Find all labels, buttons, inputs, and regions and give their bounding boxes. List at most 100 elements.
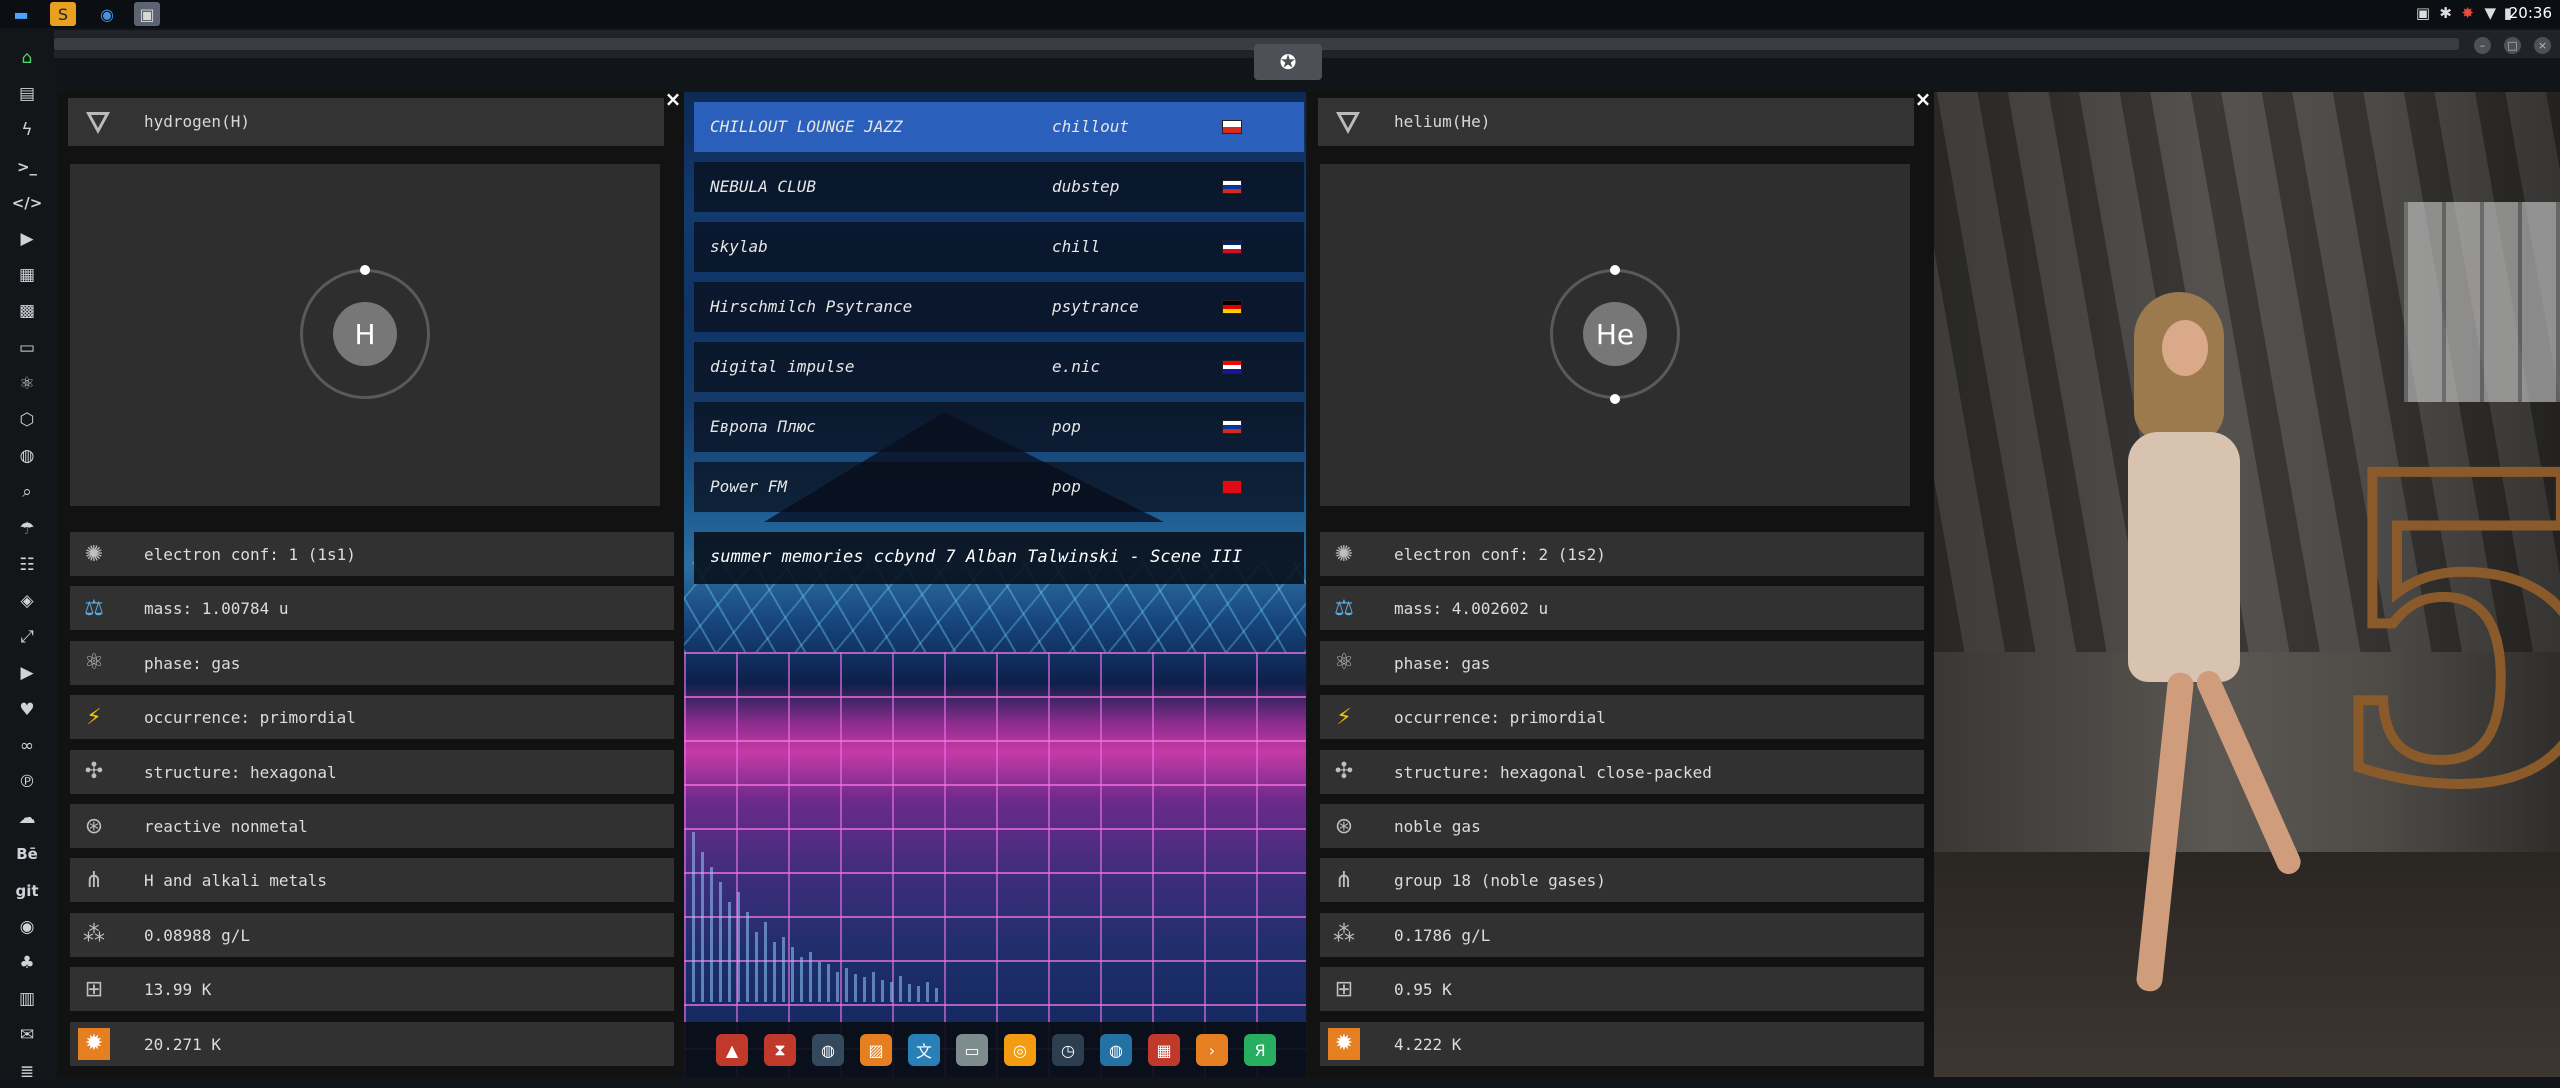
property-row: ⚖ mass: 4.002602 u xyxy=(1320,586,1924,631)
property-text: 0.1786 g/L xyxy=(1394,925,1491,945)
atom-icon[interactable]: ⚛ xyxy=(0,368,54,400)
wifi-icon[interactable]: ▼ xyxy=(2484,4,2496,22)
umbrella-icon[interactable]: ☂ xyxy=(0,513,54,545)
heart-icon[interactable]: ♥ xyxy=(0,694,54,726)
bolt-icon[interactable]: ϟ xyxy=(0,114,54,146)
translate-icon[interactable]: 文 xyxy=(908,1034,940,1066)
youtube-icon[interactable]: ▶ xyxy=(0,657,54,689)
github-icon[interactable]: ◉ xyxy=(0,911,54,943)
search-icon[interactable]: ⌕ xyxy=(0,476,54,508)
property-row: ⋔ H and alkali metals xyxy=(70,858,674,903)
contact-icon[interactable]: ☷ xyxy=(0,549,54,581)
property-text: 20.271 K xyxy=(144,1034,222,1054)
expand-icon[interactable]: ⤢ xyxy=(0,621,54,653)
cloud-icon[interactable]: ☁ xyxy=(0,802,54,834)
now-playing-bar[interactable]: summer memories ccbynd 7 Alban Talwinski… xyxy=(694,532,1304,584)
station-row[interactable]: NEBULA CLUB dubstep xyxy=(694,162,1304,212)
chromium-icon[interactable]: ◉ xyxy=(94,2,120,26)
globe-icon[interactable]: ◍ xyxy=(1100,1034,1132,1066)
station-row[interactable]: Hirschmilch Psytrance psytrance xyxy=(694,282,1304,332)
tag-icon[interactable]: ◈ xyxy=(0,585,54,617)
clock-icon[interactable]: ◷ xyxy=(1052,1034,1084,1066)
alert-icon[interactable]: ✸ xyxy=(2461,4,2474,22)
visualizer-bar xyxy=(890,982,893,1002)
map-icon[interactable]: ▥ xyxy=(0,983,54,1015)
property-row: ⁂ 0.08988 g/L xyxy=(70,912,674,957)
retro-grid xyxy=(684,652,1306,1077)
arrow-icon[interactable]: › xyxy=(1196,1034,1228,1066)
image-icon[interactable]: ▣ xyxy=(2416,4,2430,22)
close-panel-button[interactable]: × xyxy=(1912,88,1934,110)
photos-icon[interactable]: ▨ xyxy=(860,1034,892,1066)
property-text: group 18 (noble gases) xyxy=(1394,871,1606,891)
close-window-button[interactable]: × xyxy=(2534,37,2551,54)
yandex-icon[interactable]: Я xyxy=(1244,1034,1276,1066)
scale-icon: ⚖ xyxy=(1334,595,1354,621)
category-icon: ⊛ xyxy=(1334,813,1354,839)
clock[interactable]: 20:36 xyxy=(2509,4,2552,22)
hex-icon[interactable]: ⬡ xyxy=(0,404,54,436)
code-icon[interactable]: </> xyxy=(0,187,54,219)
station-row[interactable]: Power FM pop xyxy=(694,462,1304,512)
station-row[interactable]: Европа Плюс pop xyxy=(694,402,1304,452)
visualizer-bar xyxy=(917,986,920,1002)
sublime-icon[interactable]: S xyxy=(50,2,76,26)
terminal-app-icon[interactable]: ▣ xyxy=(134,2,160,26)
infinity-icon[interactable]: ∞ xyxy=(0,730,54,762)
terminal-icon[interactable]: >_ xyxy=(0,151,54,183)
card-icon[interactable]: ▭ xyxy=(0,332,54,364)
mail-icon[interactable]: ✉ xyxy=(0,1019,54,1051)
country-flag-icon xyxy=(1222,300,1242,314)
marquee-number: 5 xyxy=(2319,385,2560,878)
visualizer-bar xyxy=(863,977,866,1002)
property-text: electron conf: 2 (1s2) xyxy=(1394,545,1606,564)
maximize-button[interactable]: □ xyxy=(2504,37,2521,54)
close-panel-button[interactable]: × xyxy=(662,88,684,110)
chrome-icon[interactable]: ◎ xyxy=(1004,1034,1036,1066)
planet-icon[interactable]: ◍ xyxy=(812,1034,844,1066)
visualizer-bar xyxy=(827,964,830,1002)
property-text: 0.95 K xyxy=(1394,980,1452,1000)
visualizer-bar xyxy=(692,832,695,1002)
property-row: ⚛ phase: gas xyxy=(1320,640,1924,685)
country-flag-icon xyxy=(1222,360,1242,374)
property-text: occurrence: primordial xyxy=(144,708,356,728)
behance-icon[interactable]: Bē xyxy=(0,838,54,870)
property-row: ⚖ mass: 1.00784 u xyxy=(70,586,674,631)
triangle-icon xyxy=(1336,112,1360,134)
station-row[interactable]: digital impulse e.nic xyxy=(694,342,1304,392)
visualizer-bar xyxy=(818,962,821,1002)
window-icon[interactable]: ▭ xyxy=(956,1034,988,1066)
files-icon[interactable]: ▬ xyxy=(8,2,34,26)
triangle-app-icon[interactable]: ▲ xyxy=(716,1034,748,1066)
wallpaper-photo: 5 xyxy=(1934,92,2560,1077)
document-icon[interactable]: ▤ xyxy=(0,78,54,110)
station-name: Hirschmilch Psytrance xyxy=(710,297,913,316)
structure-icon: ✣ xyxy=(84,759,104,785)
property-text: 13.99 K xyxy=(144,980,212,1000)
globe-icon[interactable]: ◍ xyxy=(0,440,54,472)
minimize-button[interactable]: – xyxy=(2474,37,2491,54)
station-row[interactable]: CHILLOUT LOUNGE JAZZ chillout xyxy=(694,102,1304,152)
files-icon[interactable]: ▦ xyxy=(0,259,54,291)
gamepad-icon[interactable]: ♣ xyxy=(0,947,54,979)
station-name: Европа Плюс xyxy=(710,417,816,436)
bluetooth-icon[interactable]: ✱ xyxy=(2439,4,2452,22)
station-row[interactable]: skylab chill xyxy=(694,222,1304,272)
home-icon[interactable]: ⌂ xyxy=(0,42,54,74)
calendar-icon[interactable]: ▦ xyxy=(1148,1034,1180,1066)
property-row: ⊞ 13.99 K xyxy=(70,967,674,1012)
layers-icon[interactable]: ≣ xyxy=(0,1056,54,1088)
dock: ▲ ⧗ ◍ ▨ 文 ▭ ◎ ◷ ◍ ▦ › Я xyxy=(684,1022,1306,1077)
boiling-icon: ✹ xyxy=(78,1027,110,1060)
boiling-icon: ✹ xyxy=(1328,1027,1360,1060)
atom-shell-icon: ✺ xyxy=(1334,541,1354,567)
station-genre: psytrance xyxy=(1052,297,1139,316)
pinterest-icon[interactable]: ℗ xyxy=(0,766,54,798)
play-icon[interactable]: ▶ xyxy=(0,223,54,255)
property-text: 4.222 K xyxy=(1394,1034,1462,1054)
git-icon[interactable]: git xyxy=(0,875,54,907)
hourglass-icon[interactable]: ⧗ xyxy=(764,1034,796,1066)
atom-diagram: He xyxy=(1320,164,1910,506)
image-icon[interactable]: ▩ xyxy=(0,295,54,327)
